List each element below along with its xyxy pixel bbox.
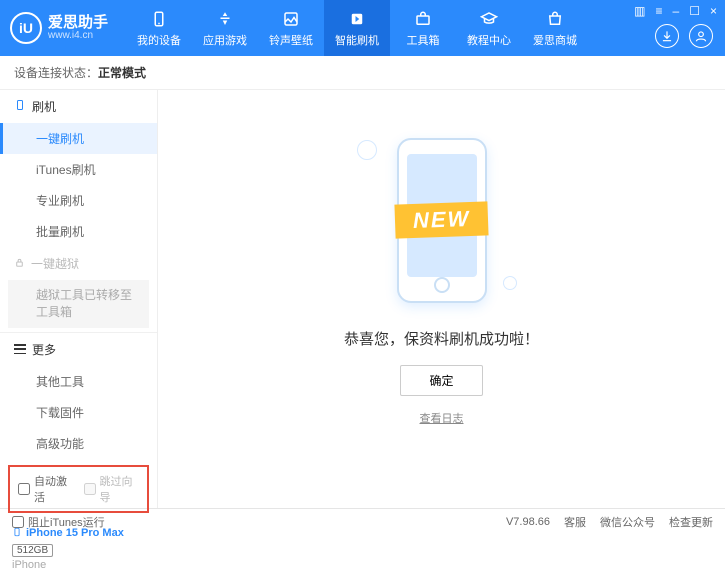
new-ribbon: NEW [394,201,488,238]
status-value: 正常模式 [98,66,146,80]
checkbox-label: 跳过向导 [100,473,140,505]
success-illustration: NEW [357,130,527,310]
sidebar-item-advanced[interactable]: 高级功能 [0,428,157,459]
nav-smart-flash[interactable]: 智能刷机 [324,0,390,56]
footer-link-support[interactable]: 客服 [564,514,586,530]
nav-label: 爱思商城 [533,32,577,48]
minimize-icon[interactable]: – [673,4,680,18]
store-icon [545,9,565,29]
sidebar-item-batch[interactable]: 批量刷机 [0,216,157,247]
menu-icon[interactable]: ≡ [656,4,663,18]
nav-apps[interactable]: 应用游戏 [192,0,258,56]
flash-section-icon [14,99,26,114]
sidebar-item-pro[interactable]: 专业刷机 [0,185,157,216]
block-itunes-checkbox[interactable]: 阻止iTunes运行 [12,514,105,530]
wallpaper-icon [281,9,301,29]
nav-store[interactable]: 爱思商城 [522,0,588,56]
sidebar-header-label: 一键越狱 [31,255,79,272]
nav-my-device[interactable]: 我的设备 [126,0,192,56]
footer-checkbox-label: 阻止iTunes运行 [28,514,105,530]
main-content: NEW 恭喜您，保资料刷机成功啦！ 确定 查看日志 [158,90,725,508]
device-icon [149,9,169,29]
logo-area: iU 爱思助手 www.i4.cn [10,12,108,44]
nav-label: 工具箱 [407,32,440,48]
apps-icon [215,9,235,29]
status-label: 设备连接状态： [14,66,98,80]
nav-label: 我的设备 [137,32,181,48]
nav-label: 教程中心 [467,32,511,48]
sidebar-more-header[interactable]: 更多 [0,333,157,366]
sidebar-item-other-tools[interactable]: 其他工具 [0,366,157,397]
version-label: V7.98.66 [506,516,550,528]
status-bar: 设备连接状态：正常模式 [0,56,725,90]
flash-options-box: 自动激活 跳过向导 [8,465,149,513]
skip-wizard-checkbox[interactable]: 跳过向导 [84,473,140,505]
sidebar-header-label: 刷机 [32,98,56,115]
sidebar-jailbreak-header: 一键越狱 [0,247,157,280]
flash-icon [347,9,367,29]
header-right-icons [655,24,713,48]
sidebar-header-label: 更多 [32,341,56,358]
sidebar-item-oneclick[interactable]: 一键刷机 [0,123,157,154]
toolbox-icon [413,9,433,29]
device-type: iPhone [12,559,145,571]
tutorial-icon [479,9,499,29]
auto-activate-checkbox[interactable]: 自动激活 [18,473,74,505]
nav-tutorials[interactable]: 教程中心 [456,0,522,56]
app-name: 爱思助手 [48,15,108,30]
logo-icon: iU [10,12,42,44]
checkbox-label: 自动激活 [34,473,74,505]
sidebar-item-itunes[interactable]: iTunes刷机 [0,154,157,185]
footer-link-wechat[interactable]: 微信公众号 [600,514,655,530]
maximize-icon[interactable]: ☐ [689,4,700,18]
window-controls: ▥ ≡ – ☐ × [634,4,717,18]
nav-bar: 我的设备 应用游戏 铃声壁纸 智能刷机 工具箱 教程中心 爱思商城 [126,0,588,56]
view-log-link[interactable]: 查看日志 [420,410,464,426]
nav-ringtones[interactable]: 铃声壁纸 [258,0,324,56]
more-icon [14,344,26,354]
footer-link-update[interactable]: 检查更新 [669,514,713,530]
app-header: iU 爱思助手 www.i4.cn 我的设备 应用游戏 铃声壁纸 智能刷机 工具… [0,0,725,56]
sidebar-flash-header[interactable]: 刷机 [0,90,157,123]
storage-badge: 512GB [12,544,53,557]
nav-label: 智能刷机 [335,32,379,48]
nav-label: 铃声壁纸 [269,32,313,48]
sidebar: 刷机 一键刷机 iTunes刷机 专业刷机 批量刷机 一键越狱 越狱工具已转移至… [0,90,158,508]
confirm-button[interactable]: 确定 [400,365,482,396]
lock-icon [14,257,25,271]
success-message: 恭喜您，保资料刷机成功啦！ [344,328,539,349]
nav-toolbox[interactable]: 工具箱 [390,0,456,56]
sidebar-jailbreak-note: 越狱工具已转移至工具箱 [8,280,149,328]
download-button[interactable] [655,24,679,48]
app-url: www.i4.cn [48,30,108,41]
sidebar-item-download-firmware[interactable]: 下载固件 [0,397,157,428]
close-icon[interactable]: × [710,4,717,18]
skin-icon[interactable]: ▥ [634,4,645,18]
user-button[interactable] [689,24,713,48]
nav-label: 应用游戏 [203,32,247,48]
